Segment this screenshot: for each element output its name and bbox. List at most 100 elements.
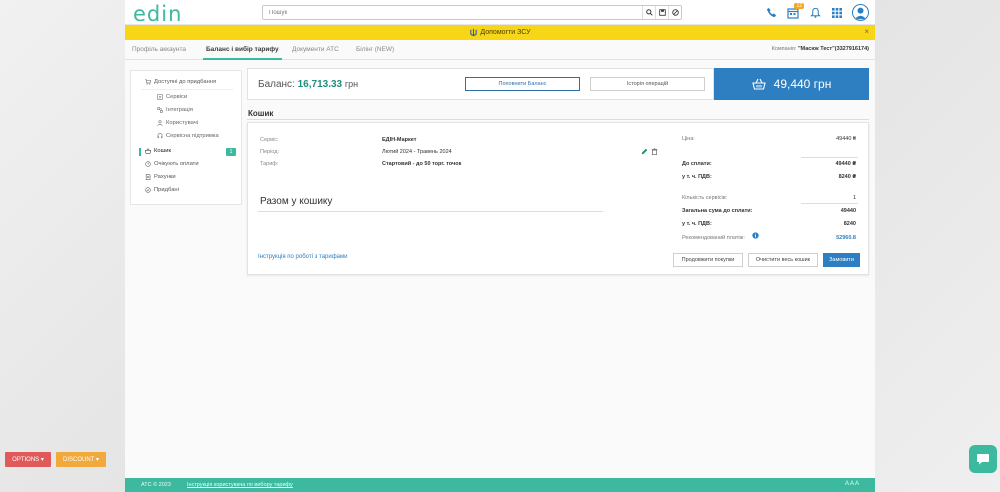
price-label: Ціна: <box>682 136 695 142</box>
header-icons: 12 <box>764 2 869 21</box>
banner-close-icon[interactable]: × <box>864 27 869 36</box>
to-pay-label: До сплати: <box>682 161 712 167</box>
price-value: 49440 ₴ <box>836 136 856 142</box>
sidebar-item-cart[interactable]: Кошик <box>145 148 171 154</box>
sidebar-item-awaiting-payment[interactable]: Очікують оплати <box>145 161 199 167</box>
delete-icon[interactable] <box>651 148 658 157</box>
phone-icon[interactable] <box>764 6 778 20</box>
support-banner[interactable]: Допомогти ЗСУ × <box>125 25 875 40</box>
service-label: Сервіс: <box>260 137 279 143</box>
sidebar-item-services[interactable]: Сервіси <box>157 94 187 100</box>
sidebar-item-users[interactable]: Користувачі <box>157 120 198 126</box>
font-size-switcher[interactable]: A A A <box>845 481 859 487</box>
grand-vat-value: 8240 <box>843 221 856 227</box>
banner-text: Допомогти ЗСУ <box>480 29 531 36</box>
user-avatar-icon[interactable] <box>852 4 869 21</box>
sidebar-label: Інтеграція <box>166 107 193 113</box>
apps-grid-icon[interactable] <box>830 6 844 20</box>
search-icon[interactable] <box>642 6 655 19</box>
period-label: Період: <box>260 149 279 155</box>
app-window: edin 12 <box>125 0 875 492</box>
edin-logo[interactable]: edin <box>133 2 182 26</box>
clear-search-icon[interactable] <box>668 6 681 19</box>
cart-total-amount: 49,440 грн <box>773 77 832 91</box>
cart-total-button[interactable]: 49,440 грн <box>714 68 869 100</box>
services-count-label: Кількість сервісів: <box>682 195 728 201</box>
balance-amount: 16,713.33 <box>297 79 343 90</box>
to-pay-value: 49440 ₴ <box>835 161 857 167</box>
sidebar-item-integrations[interactable]: Інтеграція <box>157 107 193 113</box>
notification-badge: 12 <box>794 2 804 9</box>
edit-icon[interactable] <box>641 148 648 157</box>
sidebar-item-purchased[interactable]: Придбані <box>145 187 179 193</box>
tab-balance-tariff[interactable]: Баланс і вибір тарифу <box>206 46 279 53</box>
services-icon <box>157 94 163 100</box>
search-box <box>262 5 682 20</box>
vat-label: у т. ч. ПДВ: <box>682 174 712 180</box>
recommended-payment-value: 52960.8 <box>836 235 856 241</box>
company-name: "Масюк Тест"(3327916174) <box>797 46 869 52</box>
support-icon <box>157 133 163 139</box>
footer: АТС © 2023 Інструкція користувача по виб… <box>125 478 875 492</box>
cart-heading: Кошик <box>248 109 274 118</box>
sidebar-label: Кошик <box>154 148 172 154</box>
check-circle-icon <box>145 187 151 193</box>
sidebar: Доступні до придбання Сервіси Інтеграція… <box>130 70 242 205</box>
active-tab-indicator <box>203 58 282 60</box>
basket-icon <box>751 78 766 90</box>
info-icon[interactable] <box>752 232 759 241</box>
bell-icon[interactable] <box>808 6 822 20</box>
top-header: edin 12 <box>125 0 875 26</box>
divider <box>258 211 603 212</box>
sidebar-label: Сервісна підтримка <box>166 133 219 139</box>
sidebar-label: Рахунки <box>154 174 176 180</box>
cart-card: Сервіс: ЕДІН-Маркет Період: Лютий 2024 -… <box>247 122 869 275</box>
continue-shopping-button[interactable]: Продовжити покупки <box>673 253 743 267</box>
order-button[interactable]: Замовити <box>823 253 860 267</box>
grand-total-label: Загальна сума до сплати: <box>682 208 753 214</box>
divider <box>247 119 869 120</box>
tab-ats-documents[interactable]: Документи АТС <box>292 46 339 53</box>
divider <box>801 203 858 204</box>
company-info: Компанія: "Масюк Тест"(3327916174) <box>772 46 869 52</box>
balance-currency: грн <box>344 79 359 89</box>
options-button[interactable]: OPTIONS ▾ <box>5 452 51 467</box>
save-search-icon[interactable] <box>655 6 668 19</box>
tab-profile[interactable]: Профіль аккаунта <box>132 46 186 53</box>
tab-billing[interactable]: Білінг (NEW) <box>356 46 394 53</box>
calendar-icon[interactable]: 12 <box>786 2 804 20</box>
basket-icon <box>145 148 151 154</box>
sidebar-item-invoices[interactable]: Рахунки <box>145 174 176 180</box>
invoice-icon <box>145 174 151 180</box>
balance-panel: Баланс: 16,713.33 грн Поповнити Баланс І… <box>247 68 714 100</box>
active-item-indicator <box>139 148 141 156</box>
sidebar-label: Сервіси <box>166 94 188 100</box>
integration-icon <box>157 107 163 113</box>
clock-icon <box>145 161 151 167</box>
tariff-value: Стартовий - до 50 торг. точок <box>382 161 462 167</box>
copyright: АТС © 2023 <box>141 482 171 488</box>
cart-outline-icon <box>145 79 151 85</box>
account-tabs: Профіль аккаунта Баланс і вибір тарифу Д… <box>125 40 875 60</box>
trident-icon <box>470 28 478 37</box>
vat-value: 8240 ₴ <box>838 174 856 180</box>
chat-icon <box>977 454 989 465</box>
discount-button[interactable]: DISCOUNT ▾ <box>56 452 106 467</box>
users-icon <box>157 120 163 126</box>
sidebar-item-available[interactable]: Доступні до придбання <box>145 79 216 85</box>
search-input[interactable] <box>263 6 642 19</box>
balance-label: Баланс: <box>258 79 295 90</box>
recommended-payment-label: Рекомендований платіж: <box>682 235 745 241</box>
clear-cart-button[interactable]: Очистити весь кошик <box>748 253 818 267</box>
sidebar-item-support[interactable]: Сервісна підтримка <box>157 133 219 139</box>
divider <box>801 157 858 158</box>
chat-widget-button[interactable] <box>969 445 997 473</box>
sidebar-label: Доступні до придбання <box>154 79 217 85</box>
topup-balance-button[interactable]: Поповнити Баланс <box>465 77 580 91</box>
grand-total-value: 49440 <box>840 208 856 214</box>
tariff-instruction-link[interactable]: Інструкція по роботі з тарифами <box>258 254 348 260</box>
footer-instruction-link[interactable]: Інструкція користувача по вибору тарифу <box>187 482 293 488</box>
sidebar-label: Користувачі <box>166 120 198 126</box>
operations-history-button[interactable]: Історія операцій <box>590 77 705 91</box>
sidebar-label: Придбані <box>154 187 179 193</box>
